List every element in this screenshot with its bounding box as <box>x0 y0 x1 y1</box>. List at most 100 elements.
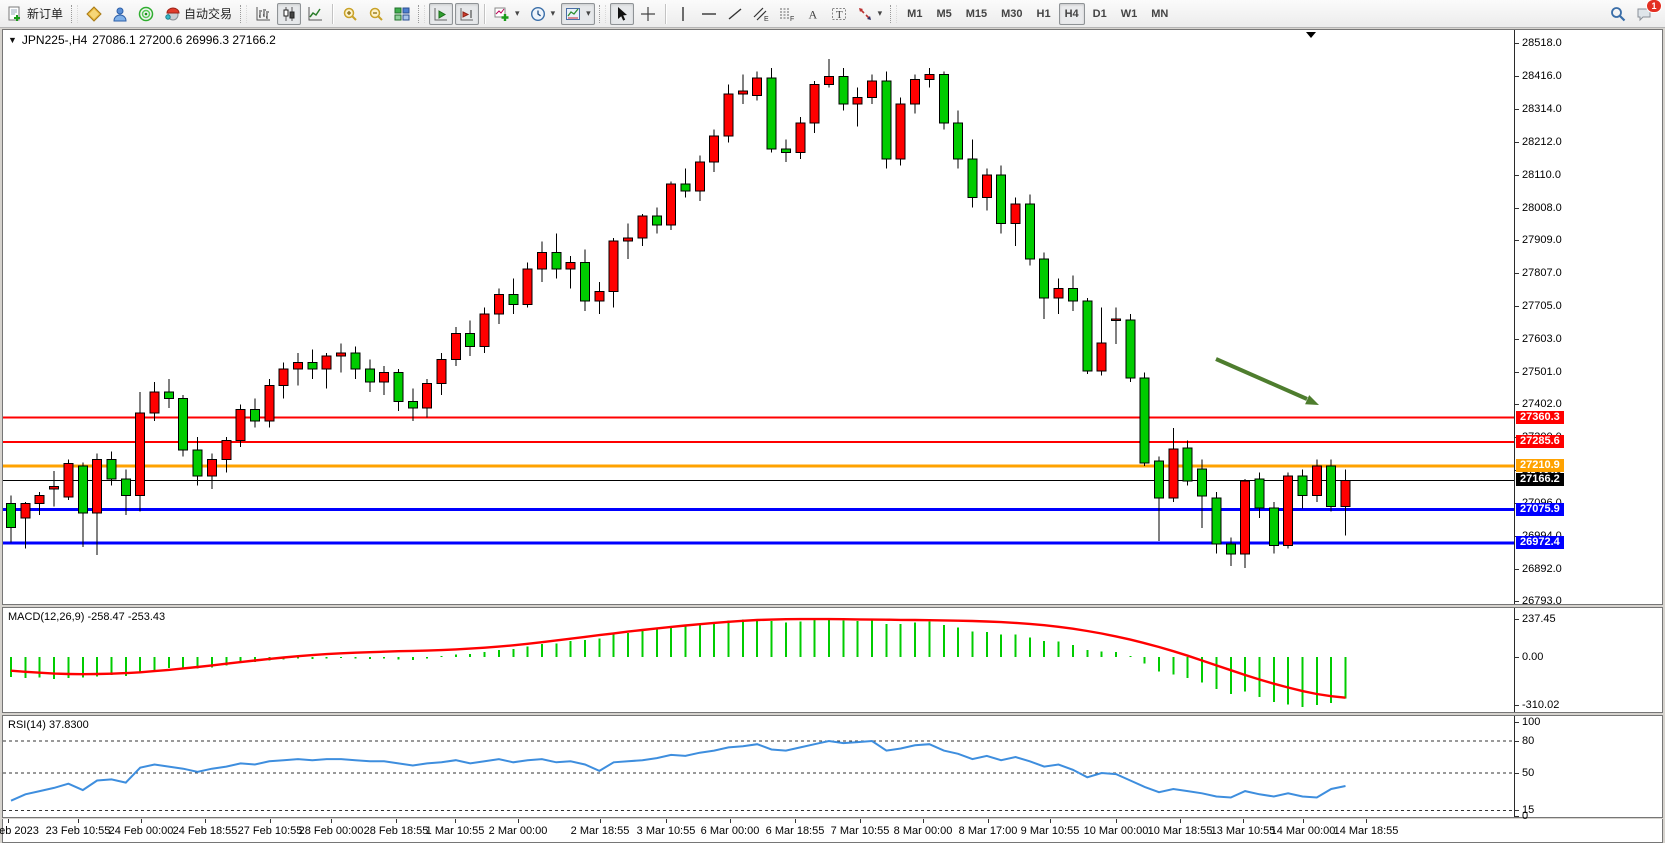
line-chart-button[interactable] <box>303 3 327 25</box>
candle <box>911 75 920 114</box>
candle <box>624 224 633 260</box>
macd-canvas[interactable]: MACD(12,26,9) -258.47 -253.43 <box>3 608 1514 712</box>
price-tag: 27075.9 <box>1516 503 1564 516</box>
horizontal-line-button[interactable] <box>697 3 721 25</box>
timeframe-D1-button[interactable]: D1 <box>1087 3 1113 25</box>
candle <box>121 470 130 515</box>
dropdown-caret-icon: ▾ <box>551 8 556 19</box>
candle <box>78 462 87 547</box>
zoom-in-button[interactable] <box>338 3 362 25</box>
profile-button[interactable] <box>108 3 132 25</box>
candle <box>351 347 360 379</box>
candle <box>93 453 102 555</box>
auto-trading-button[interactable]: 自动交易 <box>160 3 236 25</box>
time-axis-label: 9 Mar 10:55 <box>1021 825 1080 837</box>
vertical-line-button[interactable] <box>671 3 695 25</box>
candle <box>365 359 374 391</box>
rsi-axis: 1008050150 <box>1514 716 1662 817</box>
rsi-axis-tick: 100 <box>1515 716 1540 728</box>
timeframe-MN-button[interactable]: MN <box>1145 3 1174 25</box>
candle <box>164 379 173 408</box>
crosshair-button[interactable] <box>636 3 660 25</box>
trendline-button[interactable] <box>723 3 747 25</box>
tile-windows-icon <box>394 6 410 22</box>
level-line[interactable] <box>3 464 1514 467</box>
svg-text:T: T <box>836 9 843 21</box>
candle <box>738 75 747 104</box>
macd-label: MACD(12,26,9) -258.47 -253.43 <box>8 611 165 623</box>
cursor-button[interactable] <box>610 3 634 25</box>
candle <box>294 353 303 385</box>
zoom-out-icon <box>368 6 384 22</box>
candle <box>1269 502 1278 554</box>
price-tag: 27285.6 <box>1516 435 1564 448</box>
zoom-out-button[interactable] <box>364 3 388 25</box>
candle <box>968 139 977 207</box>
equidistant-channel-button[interactable]: E <box>749 3 773 25</box>
timeframe-M30-button[interactable]: M30 <box>995 3 1028 25</box>
indicators-button[interactable]: ▾ <box>490 3 524 25</box>
price-tag: 27166.2 <box>1516 473 1564 486</box>
candle <box>781 139 790 162</box>
notifications-button[interactable]: 1 <box>1632 3 1656 25</box>
symbol-dropdown-caret[interactable]: ▼ <box>8 35 17 45</box>
rsi-panel: RSI(14) 37.8300 1008050150 <box>2 715 1663 818</box>
time-axis-tickmark <box>666 819 667 823</box>
market-watch-button[interactable] <box>82 3 106 25</box>
rsi-axis-tick: 50 <box>1515 767 1534 779</box>
dropdown-caret-icon: ▾ <box>586 8 591 19</box>
timeframe-M15-button[interactable]: M15 <box>960 3 993 25</box>
signals-button[interactable] <box>134 3 158 25</box>
clock-icon <box>530 6 546 22</box>
tile-windows-button[interactable] <box>390 3 414 25</box>
chart-shift-marker[interactable] <box>1306 32 1316 38</box>
level-line[interactable] <box>3 417 1514 419</box>
time-axis-tickmark <box>270 819 271 823</box>
timeframe-M5-button[interactable]: M5 <box>930 3 957 25</box>
text-label-button[interactable]: T <box>827 3 851 25</box>
crosshair-icon <box>640 6 656 22</box>
search-button[interactable] <box>1606 3 1630 25</box>
candle <box>1112 308 1121 344</box>
timeframe-M1-button[interactable]: M1 <box>901 3 928 25</box>
candle <box>308 350 317 379</box>
candle <box>337 343 346 372</box>
time-axis-label: 8 Mar 17:00 <box>959 825 1018 837</box>
y-axis-tick: 27705.0 <box>1515 300 1562 312</box>
time-axis-label: 6 Mar 18:55 <box>766 825 825 837</box>
price-chart-canvas[interactable]: ▼ JPN225-,H4 27086.1 27200.6 26996.3 271… <box>3 30 1514 604</box>
auto-scroll-button[interactable] <box>429 3 453 25</box>
rsi-line <box>11 741 1346 801</box>
chart-title: ▼ JPN225-,H4 27086.1 27200.6 26996.3 271… <box>8 33 276 47</box>
chart-shift-button[interactable] <box>455 3 479 25</box>
toolbar-grip <box>599 5 606 23</box>
price-panel: ▼ JPN225-,H4 27086.1 27200.6 26996.3 271… <box>2 29 1663 605</box>
text-tool-button[interactable]: A <box>801 3 825 25</box>
timeframe-H1-button[interactable]: H1 <box>1031 3 1057 25</box>
templates-button[interactable]: ▾ <box>561 3 595 25</box>
rsi-canvas[interactable]: RSI(14) 37.8300 <box>3 716 1514 817</box>
candlestick-chart-button[interactable] <box>277 3 301 25</box>
fibonacci-button[interactable]: F <box>775 3 799 25</box>
time-axis-tickmark <box>988 819 989 823</box>
candle <box>207 453 216 489</box>
bar-chart-button[interactable] <box>251 3 275 25</box>
candle <box>552 233 561 278</box>
arrow-annotation[interactable] <box>1216 359 1319 405</box>
toolbar-separator <box>665 4 666 24</box>
svg-text:A: A <box>808 7 817 21</box>
new-order-button[interactable]: 新订单 <box>3 3 67 25</box>
horizontal-line-icon <box>701 6 717 22</box>
candle <box>1011 198 1020 247</box>
time-axis-tickmark <box>455 819 456 823</box>
timeframe-H4-button[interactable]: H4 <box>1059 3 1085 25</box>
toolbar: 新订单 自动交易 ▾ ▾ ▾ <box>0 0 1665 28</box>
periods-button[interactable]: ▾ <box>526 3 560 25</box>
time-axis-label: 3 Mar 10:55 <box>637 825 696 837</box>
time-axis-tickmark <box>1366 819 1367 823</box>
candle <box>265 379 274 428</box>
candle <box>1025 194 1034 265</box>
timeframe-W1-button[interactable]: W1 <box>1115 3 1144 25</box>
candle <box>595 282 604 314</box>
arrows-tool-button[interactable]: ▾ <box>853 3 887 25</box>
